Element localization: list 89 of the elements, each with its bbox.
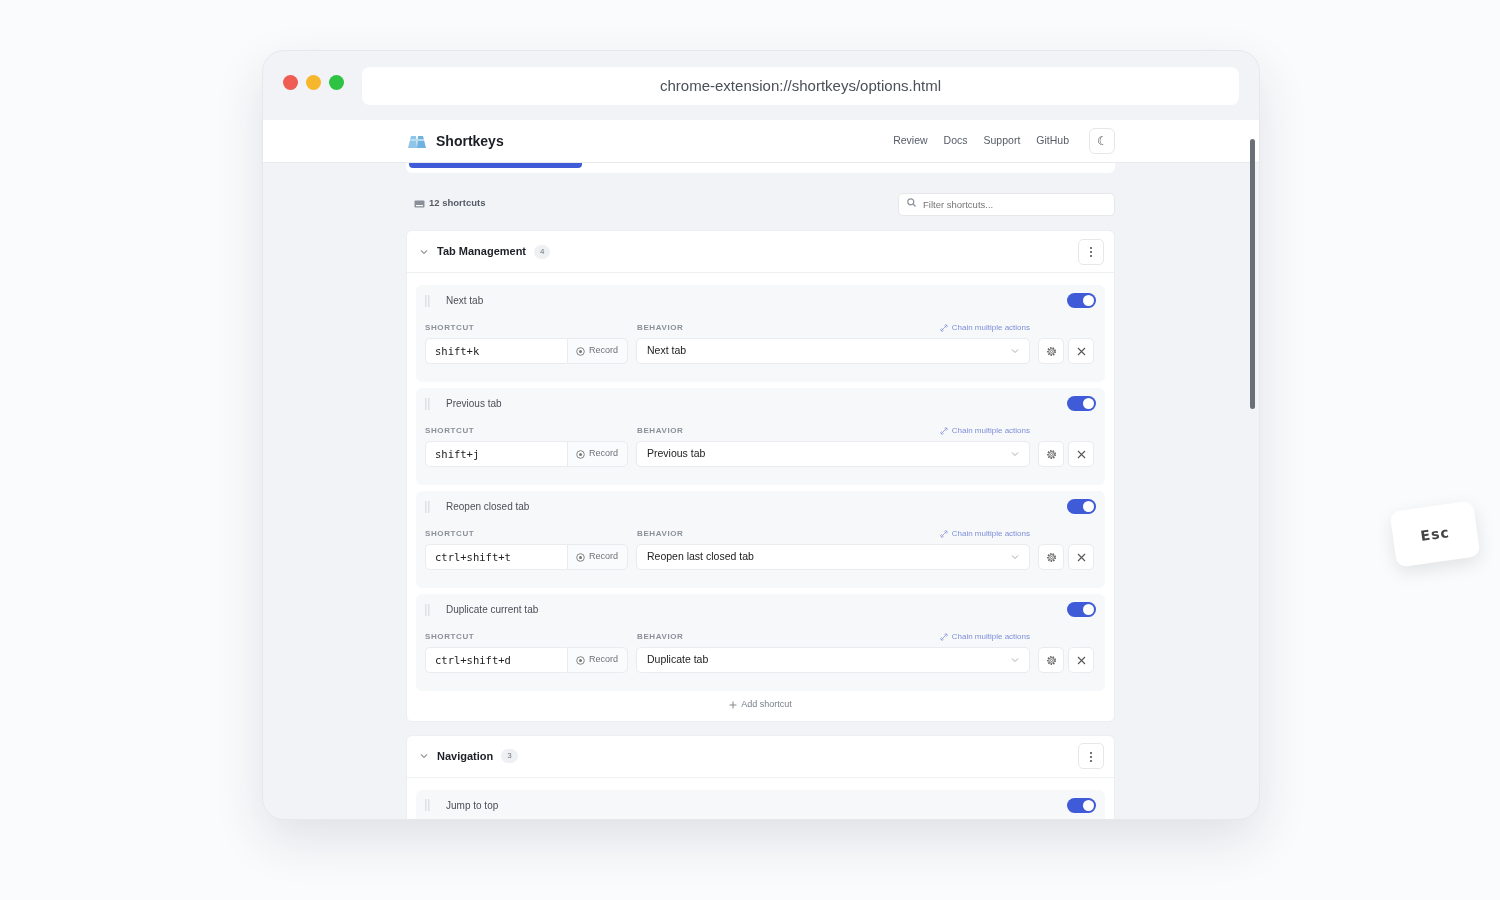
- address-bar[interactable]: chrome-extension://shortkeys/options.html: [362, 67, 1239, 105]
- drag-handle-icon[interactable]: [425, 500, 430, 513]
- shortcut-input[interactable]: ctrl+shift+t: [425, 544, 567, 570]
- enable-toggle[interactable]: [1067, 602, 1096, 617]
- record-icon: [576, 346, 585, 356]
- nav-link[interactable]: Review: [893, 133, 928, 149]
- close-window-dot[interactable]: [283, 75, 298, 90]
- enable-toggle[interactable]: [1067, 499, 1096, 514]
- drag-handle-icon[interactable]: [425, 397, 430, 410]
- chevron-down-icon: [1011, 554, 1019, 560]
- gear-icon: [1045, 552, 1057, 564]
- group-count: 3: [501, 749, 518, 763]
- search-icon: [907, 198, 916, 207]
- shortcut-name: Reopen closed tab: [446, 500, 530, 514]
- link-icon: [939, 633, 948, 641]
- behavior-select[interactable]: Previous tab: [636, 441, 1030, 467]
- esc-key: Esc: [1389, 500, 1481, 568]
- scrollbar-thumb[interactable]: [1250, 139, 1255, 409]
- nav-link[interactable]: Docs: [943, 133, 968, 149]
- keyboard-logo-icon: [406, 133, 428, 149]
- record-button[interactable]: Record: [567, 647, 628, 673]
- keyboard-icon: [414, 199, 425, 208]
- enable-toggle[interactable]: [1067, 396, 1096, 411]
- shortcut-count: 12 shortcuts: [429, 196, 486, 211]
- record-icon: [576, 449, 585, 459]
- chevron-down-icon: [1011, 451, 1019, 457]
- shortcut-name: Jump to top: [446, 798, 499, 813]
- shortcut-name: Next tab: [446, 294, 484, 308]
- chevron-icon[interactable]: [419, 751, 429, 761]
- link-icon: [939, 530, 948, 538]
- plus-icon: [729, 700, 738, 709]
- nav-link[interactable]: Support: [983, 133, 1021, 149]
- field-label: SHORTCUT: [425, 322, 476, 334]
- filter-field[interactable]: Filter shortcuts...: [898, 193, 1115, 216]
- field-label: SHORTCUT: [425, 425, 476, 437]
- more-vertical-icon: [1089, 750, 1093, 763]
- gear-icon: [1045, 449, 1057, 461]
- chevron-down-icon: [1011, 657, 1019, 663]
- field-label: BEHAVIOR: [637, 528, 684, 540]
- brand-name: Shortkeys: [436, 131, 504, 151]
- remove-button[interactable]: [1068, 441, 1094, 467]
- close-icon: [1076, 347, 1086, 357]
- behavior-select[interactable]: Reopen last closed tab: [636, 544, 1030, 570]
- group-title: Navigation: [437, 748, 494, 764]
- field-label: BEHAVIOR: [637, 631, 684, 643]
- add-shortcut-button[interactable]: Add shortcut: [723, 697, 798, 713]
- maximize-window-dot[interactable]: [329, 75, 344, 90]
- close-icon: [1076, 553, 1086, 563]
- gear-icon: [1045, 346, 1057, 358]
- behavior-select[interactable]: Duplicate tab: [636, 647, 1030, 673]
- group-count: 4: [534, 244, 551, 259]
- more-vertical-icon: [1089, 246, 1093, 259]
- shortcut-name: Duplicate current tab: [446, 603, 539, 617]
- remove-button[interactable]: [1068, 544, 1094, 570]
- nav-link[interactable]: GitHub: [1036, 133, 1069, 149]
- gear-icon: [1045, 655, 1057, 667]
- drag-handle-icon[interactable]: [425, 799, 430, 811]
- minimize-window-dot[interactable]: [306, 75, 321, 90]
- record-button[interactable]: Record: [567, 338, 628, 364]
- link-icon: [939, 427, 948, 435]
- field-label: BEHAVIOR: [637, 425, 684, 437]
- enable-toggle[interactable]: [1067, 293, 1096, 308]
- close-icon: [1076, 656, 1086, 666]
- record-button[interactable]: Record: [567, 544, 628, 570]
- remove-button[interactable]: [1068, 338, 1094, 364]
- record-icon: [576, 552, 585, 562]
- settings-button[interactable]: [1038, 441, 1064, 467]
- record-button[interactable]: Record: [567, 441, 628, 467]
- enable-toggle[interactable]: [1067, 797, 1096, 813]
- behavior-select[interactable]: Next tab: [636, 338, 1030, 364]
- settings-button[interactable]: [1038, 544, 1064, 570]
- field-label: SHORTCUT: [425, 631, 476, 643]
- settings-button[interactable]: [1038, 338, 1064, 364]
- drag-handle-icon[interactable]: [425, 294, 430, 307]
- group-title: Tab Management: [437, 244, 527, 260]
- field-label: SHORTCUT: [425, 528, 476, 540]
- shortcut-input[interactable]: shift+k: [425, 338, 567, 364]
- shortcut-input[interactable]: ctrl+shift+d: [425, 647, 567, 673]
- record-icon: [576, 655, 585, 665]
- shortcut-input[interactable]: shift+j: [425, 441, 567, 467]
- link-icon: [939, 324, 948, 332]
- shortcut-name: Previous tab: [446, 397, 502, 411]
- close-icon: [1076, 450, 1086, 460]
- remove-button[interactable]: [1068, 647, 1094, 673]
- settings-button[interactable]: [1038, 647, 1064, 673]
- chevron-down-icon: [1011, 348, 1019, 354]
- field-label: BEHAVIOR: [637, 322, 684, 334]
- drag-handle-icon[interactable]: [425, 603, 430, 616]
- theme-toggle-button[interactable]: ☾: [1089, 128, 1115, 154]
